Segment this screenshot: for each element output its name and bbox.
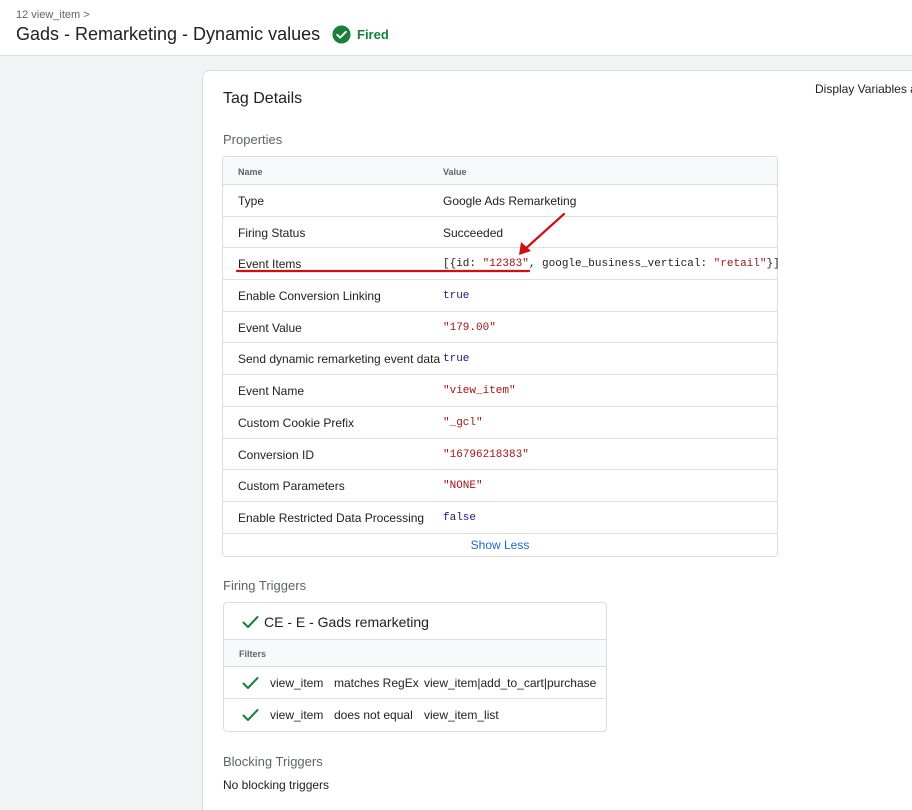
trigger-name: CE - E - Gads remarketing xyxy=(264,614,429,630)
table-row: Conversion ID "16796218383" xyxy=(223,439,777,471)
breadcrumb[interactable]: 12 view_item > xyxy=(16,9,90,21)
property-name: Event Items xyxy=(238,257,302,272)
trigger-title-row[interactable]: CE - E - Gads remarketing xyxy=(224,603,606,640)
check-circle-icon xyxy=(332,25,351,44)
property-value: true xyxy=(443,353,470,366)
property-value: [{id: "12383", google_business_vertical:… xyxy=(443,258,780,270)
no-blocking-text: No blocking triggers xyxy=(223,778,330,792)
table-row: Enable Restricted Data Processing false xyxy=(223,502,777,534)
column-header-name: Name xyxy=(238,167,263,177)
status-badge: Fired xyxy=(332,25,389,44)
table-row: Custom Parameters "NONE" xyxy=(223,470,777,502)
property-value: "_gcl" xyxy=(443,416,483,429)
show-less-row: Show Less xyxy=(223,534,777,556)
property-name: Custom Parameters xyxy=(238,479,345,494)
table-row: Enable Conversion Linking true xyxy=(223,280,777,312)
property-value: true xyxy=(443,290,470,303)
property-value: false xyxy=(443,511,477,524)
property-name: Send dynamic remarketing event data xyxy=(238,352,441,367)
filter-operator: matches RegEx xyxy=(334,676,419,690)
blocking-triggers-label: Blocking Triggers xyxy=(223,754,323,769)
property-name: Conversion ID xyxy=(238,447,315,462)
property-value: Google Ads Remarketing xyxy=(443,194,577,208)
event-items-id: "12383" xyxy=(482,258,529,271)
checkmark-icon xyxy=(242,616,259,628)
checkmark-icon xyxy=(242,709,259,721)
show-less-link[interactable]: Show Less xyxy=(223,538,777,552)
table-row: Firing Status Succeeded xyxy=(223,217,777,249)
filters-label: Filters xyxy=(239,649,267,659)
table-row: Type Google Ads Remarketing xyxy=(223,185,777,217)
firing-trigger-table: CE - E - Gads remarketing Filters view_i… xyxy=(223,602,607,732)
property-name: Enable Restricted Data Processing xyxy=(238,510,425,525)
firing-triggers-label: Firing Triggers xyxy=(223,578,307,593)
filter-variable: view_item xyxy=(270,676,324,690)
filter-operator: does not equal xyxy=(334,708,413,722)
event-items-open: [{id: xyxy=(443,258,483,271)
page-header: 12 view_item > Gads - Remarketing - Dyna… xyxy=(0,0,912,56)
display-variables-toggle[interactable]: Display Variables a xyxy=(815,82,912,96)
property-value: Succeeded xyxy=(443,225,504,240)
properties-table: Name Value Type Google Ads Remarketing F… xyxy=(222,156,780,557)
table-row: Event Items [{id: "12383", google_busine… xyxy=(223,248,780,281)
table-row: Event Name "view_item" xyxy=(223,375,777,407)
table-row: Event Value "179.00" xyxy=(223,312,777,344)
property-value: "NONE" xyxy=(443,480,483,493)
properties-label: Properties xyxy=(223,132,283,147)
property-name: Event Value xyxy=(238,320,302,335)
event-items-mid: , google_business_vertical: xyxy=(528,258,714,271)
status-text: Fired xyxy=(357,27,389,42)
table-row: Send dynamic remarketing event data true xyxy=(223,343,777,376)
property-name: Type xyxy=(238,194,265,208)
property-value: "16796218383" xyxy=(443,448,529,461)
property-value: "view_item" xyxy=(443,385,516,398)
property-name: Enable Conversion Linking xyxy=(238,289,381,304)
page-title: Gads - Remarketing - Dynamic values xyxy=(16,24,321,44)
property-name: Event Name xyxy=(238,384,305,399)
property-name: Firing Status xyxy=(238,225,306,240)
property-name: Custom Cookie Prefix xyxy=(238,415,355,430)
tag-details-title: Tag Details xyxy=(223,90,303,107)
table-header: Name Value xyxy=(223,157,777,185)
table-row: Custom Cookie Prefix "_gcl" xyxy=(223,407,777,439)
checkmark-icon xyxy=(242,677,259,689)
filter-variable: view_item xyxy=(270,708,324,722)
property-value: "179.00" xyxy=(443,321,496,334)
filter-value: view_item|add_to_cart|purchase xyxy=(424,676,597,690)
event-items-vertical: "retail" xyxy=(713,258,767,271)
filters-header: Filters xyxy=(224,640,606,667)
filter-row: view_item does not equal view_item_list xyxy=(224,699,606,731)
filter-row: view_item matches RegEx view_item|add_to… xyxy=(224,667,606,699)
filter-value: view_item_list xyxy=(424,708,499,722)
column-header-value: Value xyxy=(443,167,467,177)
event-items-close: }] xyxy=(766,258,780,271)
